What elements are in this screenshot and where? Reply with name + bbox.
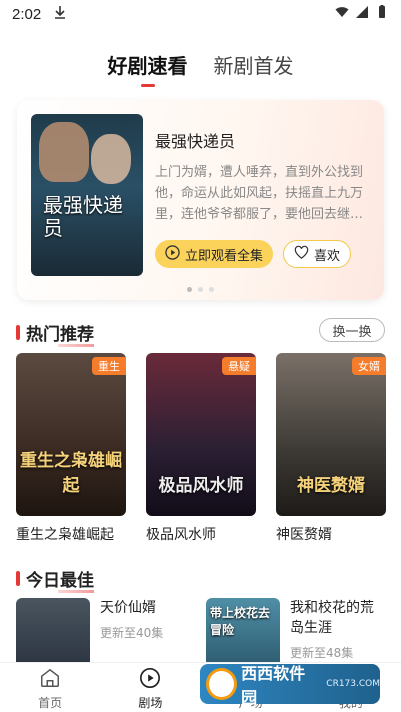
watch-all-button[interactable]: 立即观看全集 (155, 240, 274, 268)
wifi-icon (335, 5, 349, 23)
today-item-title[interactable]: 我和校花的荒岛生涯 (290, 598, 386, 638)
poster-title-art: 重生之枭雄崛起 (20, 451, 122, 496)
hot-item-name[interactable]: 重生之枭雄崛起 (16, 524, 126, 544)
hot-section-title: 热门推荐 (26, 320, 94, 347)
hot-item-name[interactable]: 极品风水师 (146, 524, 256, 544)
today-section-title: 今日最佳 (26, 566, 94, 593)
poster-title-art: 极品风水师 (158, 476, 244, 496)
genre-tag: 悬疑 (222, 357, 256, 375)
section-marker (16, 571, 20, 586)
today-item[interactable]: 带上校花去冒险 我和校花的荒岛生涯 更新至48集 (206, 598, 386, 668)
today-thumbnail[interactable]: 带上校花去冒险 (206, 598, 280, 668)
today-text: 我和校花的荒岛生涯 更新至48集 (290, 598, 386, 668)
nav-theater-label: 剧场 (138, 696, 163, 710)
today-item-title[interactable]: 天价仙婿 (100, 598, 196, 618)
battery-icon (375, 5, 389, 23)
today-section-header: 今日最佳 (16, 566, 94, 593)
today-item-episodes: 更新至48集 (290, 646, 354, 660)
tab-new-release[interactable]: 新剧首发 (214, 50, 294, 87)
watermark-text: 西西软件园 (241, 664, 306, 707)
hot-item[interactable]: 重生 重生之枭雄崛起 重生之枭雄崛起 (16, 353, 126, 544)
watermark: 西西软件园 CR173.COM (200, 664, 380, 707)
hot-item[interactable]: 女婿 神医赘婿 神医赘婿 (276, 353, 386, 544)
watch-all-label: 立即观看全集 (185, 248, 264, 264)
hot-poster[interactable]: 重生 重生之枭雄崛起 (16, 353, 126, 516)
play-circle-icon (139, 667, 161, 694)
download-icon (53, 5, 67, 23)
refresh-button[interactable]: 换一换 (319, 318, 385, 342)
poster-title-art: 神医赘婿 (297, 476, 365, 496)
tab-hot-quick[interactable]: 好剧速看 (108, 50, 188, 87)
hero-title[interactable]: 最强快递员 (155, 128, 375, 152)
today-item[interactable]: 天价仙婿 更新至40集 (16, 598, 196, 668)
hero-poster[interactable]: 最强快递员 (31, 114, 143, 276)
genre-tag: 重生 (92, 357, 126, 375)
hot-poster[interactable]: 悬疑 极品风水师 (146, 353, 256, 516)
hot-poster[interactable]: 女婿 神医赘婿 (276, 353, 386, 516)
hot-item[interactable]: 悬疑 极品风水师 极品风水师 (146, 353, 256, 544)
status-bar: 2:02 (0, 0, 401, 28)
home-icon (39, 667, 61, 694)
today-text: 天价仙婿 更新至40集 (100, 598, 196, 668)
section-marker (16, 325, 20, 340)
nav-home[interactable]: 首页 (0, 663, 100, 712)
play-icon (165, 244, 180, 264)
watermark-logo-icon (206, 668, 238, 700)
heart-icon (294, 245, 309, 264)
hero-actions: 立即观看全集 喜欢 (155, 240, 352, 268)
carousel-dot[interactable] (187, 287, 192, 292)
poster-figure (91, 134, 131, 184)
today-item-episodes: 更新至40集 (100, 626, 164, 640)
carousel-dot[interactable] (198, 287, 203, 292)
poster-title-art: 最强快递员 (43, 193, 123, 240)
signal-icon (355, 5, 369, 23)
like-label: 喜欢 (314, 248, 341, 264)
hero-info: 最强快递员 上门为婿，遭人唾弃，直到外公找到他，命运从此如风起，扶摇直上九万里，… (155, 128, 375, 225)
nav-theater[interactable]: 剧场 (100, 663, 200, 712)
poster-title-art: 带上校花去冒险 (210, 606, 271, 637)
hot-item-name[interactable]: 神医赘婿 (276, 524, 386, 544)
hero-card[interactable]: 最强快递员 最强快递员 上门为婿，遭人唾弃，直到外公找到他，命运从此如风起，扶摇… (17, 100, 384, 300)
hot-list: 重生 重生之枭雄崛起 重生之枭雄崛起 悬疑 极品风水师 极品风水师 女婿 神医赘… (16, 353, 386, 544)
top-tabs: 好剧速看 新剧首发 (0, 50, 401, 87)
carousel-dots (17, 287, 384, 292)
carousel-dot[interactable] (209, 287, 214, 292)
status-time: 2:02 (12, 5, 42, 23)
today-thumbnail[interactable] (16, 598, 90, 668)
hero-description: 上门为婿，遭人唾弃，直到外公找到他，命运从此如风起，扶摇直上九万里，连他爷爷都服… (155, 165, 364, 222)
nav-home-label: 首页 (38, 696, 63, 710)
hot-section-header: 热门推荐 (16, 320, 94, 347)
genre-tag: 女婿 (352, 357, 386, 375)
watermark-url: CR173.COM (326, 679, 380, 689)
poster-figure (39, 122, 89, 182)
today-list: 天价仙婿 更新至40集 带上校花去冒险 我和校花的荒岛生涯 更新至48集 (16, 598, 386, 668)
like-button[interactable]: 喜欢 (283, 240, 352, 268)
